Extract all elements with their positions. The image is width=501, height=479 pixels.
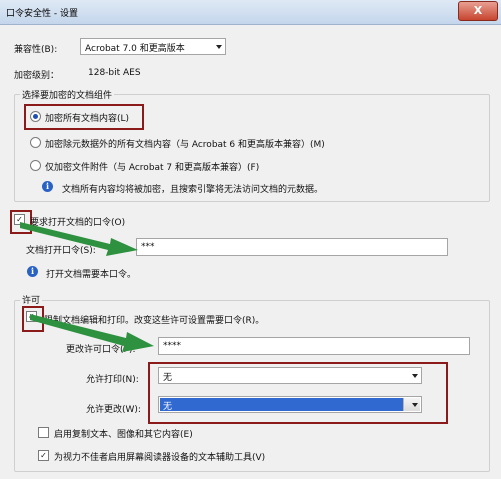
- change-password-value: ****: [163, 341, 181, 351]
- change-allowed-label: 允许更改(W):: [86, 405, 141, 415]
- chevron-down-icon: [412, 403, 418, 407]
- close-button[interactable]: X: [458, 1, 498, 21]
- info-icon: i: [42, 181, 53, 192]
- print-select[interactable]: 无: [158, 367, 422, 384]
- checkbox-enable-copy-label: 启用复制文本、图像和其它内容(E): [54, 430, 193, 440]
- compat-label: 兼容性(B):: [14, 45, 58, 55]
- encryption-level-label: 加密级别：: [14, 71, 60, 81]
- radio-encrypt-all-label: 加密所有文档内容(L): [45, 114, 130, 124]
- open-password-info-text: 打开文档需要本口令。: [46, 270, 137, 280]
- change-allowed-value: 无: [163, 402, 173, 412]
- encryption-level-value: 128-bit AES: [88, 68, 141, 78]
- arrow-icon: [30, 314, 154, 352]
- selection-fill: [160, 398, 403, 411]
- chevron-down-icon: [216, 45, 222, 49]
- permissions-legend: 许可: [20, 293, 43, 306]
- compat-select[interactable]: Acrobat 7.0 和更高版本: [80, 38, 226, 55]
- checkbox-screen-reader[interactable]: ✓: [38, 450, 49, 461]
- components-legend: 选择要加密的文档组件: [20, 88, 115, 101]
- open-password-input[interactable]: ***: [136, 238, 448, 256]
- change-password-input[interactable]: ****: [158, 337, 470, 355]
- print-label: 允许打印(N):: [86, 375, 139, 385]
- compat-value: Acrobat 7.0 和更高版本: [85, 44, 185, 54]
- radio-encrypt-attachments[interactable]: [30, 160, 41, 171]
- window-title: 口令安全性 - 设置: [6, 9, 78, 19]
- print-value: 无: [163, 373, 173, 383]
- radio-encrypt-all[interactable]: [30, 111, 41, 122]
- radio-encrypt-except-metadata-label: 加密除元数据外的所有文档内容（与 Acrobat 6 和更高版本兼容）(M): [45, 140, 325, 150]
- arrow-icon: [20, 222, 138, 256]
- components-info-text: 文档所有内容均将被加密，且搜索引擎将无法访问文档的元数据。: [62, 185, 324, 195]
- info-icon: i: [27, 266, 38, 277]
- checkbox-enable-copy[interactable]: [38, 427, 49, 438]
- change-allowed-select[interactable]: 无: [158, 396, 422, 413]
- chevron-down-icon: [412, 374, 418, 378]
- checkbox-screen-reader-label: 为视力不佳者启用屏幕阅读器设备的文本辅助工具(V): [54, 453, 266, 463]
- radio-encrypt-attachments-label: 仅加密文件附件（与 Acrobat 7 和更高版本兼容）(F): [45, 163, 260, 173]
- title-bar: 口令安全性 - 设置 X: [0, 0, 501, 25]
- radio-encrypt-except-metadata[interactable]: [30, 137, 41, 148]
